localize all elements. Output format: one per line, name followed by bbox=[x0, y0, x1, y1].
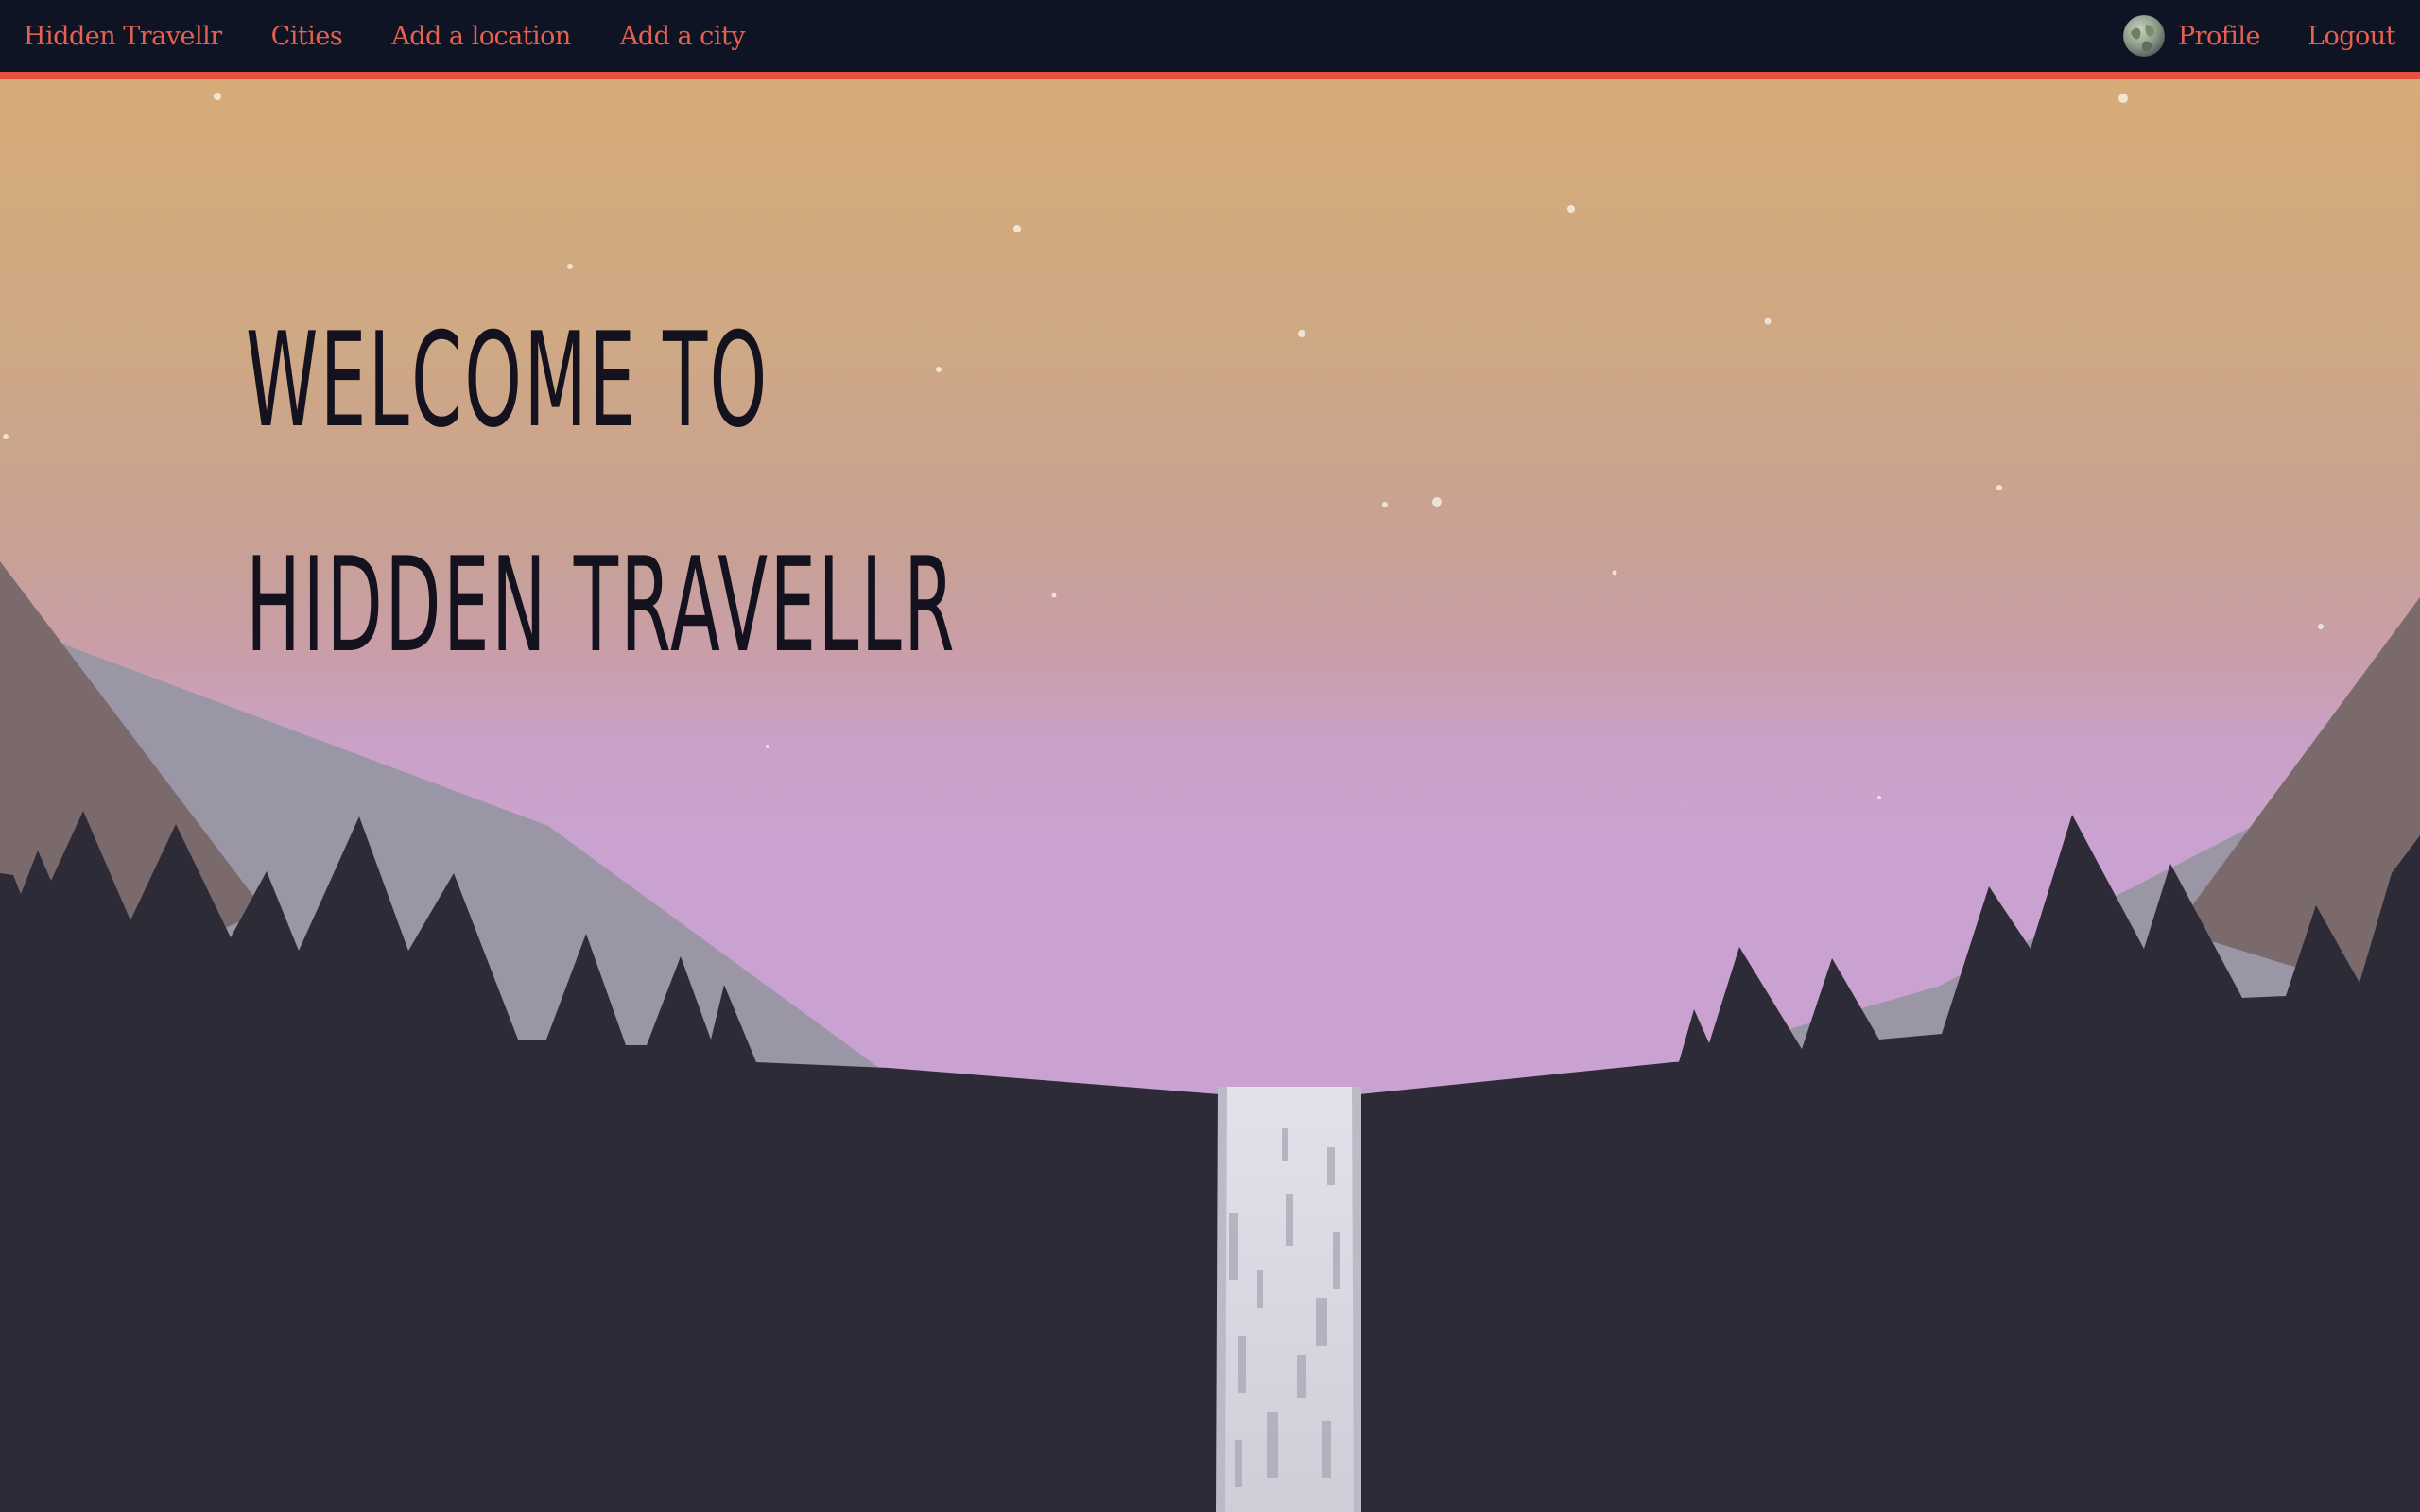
profile-label: Profile bbox=[2177, 21, 2261, 51]
top-navbar: Hidden Travellr Cities Add a location Ad… bbox=[0, 0, 2420, 79]
nav-link-add-location[interactable]: Add a location bbox=[391, 22, 571, 51]
hero-section: Welcome to Hidden Travellr bbox=[0, 79, 2420, 1512]
waterfall bbox=[1216, 1087, 1361, 1512]
profile-link[interactable]: Profile bbox=[2122, 15, 2261, 57]
nav-link-add-city[interactable]: Add a city bbox=[620, 22, 746, 51]
globe-avatar-icon bbox=[2122, 15, 2165, 57]
logout-link[interactable]: Logout bbox=[2308, 22, 2395, 51]
page: Hidden Travellr Cities Add a location Ad… bbox=[0, 0, 2420, 1512]
nav-right-group: Profile Logout bbox=[2122, 0, 2420, 72]
nav-left-group: Hidden Travellr Cities Add a location Ad… bbox=[0, 0, 769, 72]
nav-link-cities[interactable]: Cities bbox=[271, 22, 343, 51]
hero-title-line-2: Hidden Travellr bbox=[246, 529, 957, 681]
hero-title: Welcome to Hidden Travellr bbox=[246, 268, 957, 718]
brand-link[interactable]: Hidden Travellr bbox=[24, 22, 222, 51]
hero-title-line-1: Welcome to bbox=[246, 304, 769, 456]
